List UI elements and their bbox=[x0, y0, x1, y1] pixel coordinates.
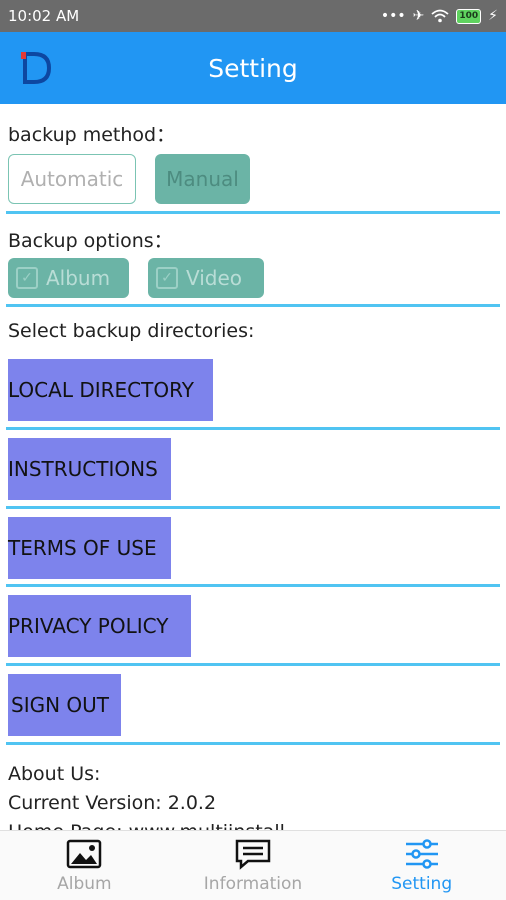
album-checkbox-label: Album bbox=[46, 266, 111, 290]
message-icon bbox=[235, 839, 271, 870]
divider bbox=[6, 211, 500, 214]
privacy-policy-button[interactable]: PRIVACY POLICY bbox=[8, 595, 191, 657]
settings-content: backup method： Automatic Manual Backup o… bbox=[0, 104, 506, 830]
manual-button[interactable]: Manual bbox=[155, 154, 250, 204]
charging-icon: ⚡ bbox=[488, 8, 498, 24]
wifi-icon bbox=[431, 9, 449, 23]
tab-album[interactable]: Album bbox=[0, 831, 169, 900]
divider bbox=[6, 742, 500, 745]
divider bbox=[6, 427, 500, 430]
app-bar: Setting bbox=[0, 32, 506, 104]
sliders-icon bbox=[405, 838, 438, 869]
automatic-button[interactable]: Automatic bbox=[8, 154, 136, 204]
video-checkbox[interactable]: ✓ Video bbox=[148, 258, 264, 298]
tab-setting[interactable]: Setting bbox=[337, 831, 506, 900]
airplane-icon: ✈ bbox=[412, 8, 425, 24]
album-checkbox[interactable]: ✓ Album bbox=[8, 258, 129, 298]
status-bar: 10:02 AM ••• ✈ 100 ⚡ bbox=[0, 0, 506, 32]
page-title: Setting bbox=[208, 53, 298, 83]
about-section: About Us: Current Version: 2.0.2 Home Pa… bbox=[8, 760, 285, 830]
terms-of-use-button[interactable]: TERMS OF USE bbox=[8, 517, 171, 579]
backup-method-label: backup method： bbox=[8, 124, 176, 146]
bottom-nav: Album Information Setting bbox=[0, 830, 506, 900]
backup-directories-label: Select backup directories: bbox=[8, 320, 255, 342]
current-version: Current Version: 2.0.2 bbox=[8, 792, 217, 814]
divider bbox=[6, 584, 500, 587]
video-checkbox-label: Video bbox=[186, 266, 243, 290]
backup-options-label: Backup options： bbox=[8, 230, 173, 252]
checkbox-checked-icon: ✓ bbox=[16, 267, 38, 289]
instructions-button[interactable]: INSTRUCTIONS bbox=[8, 438, 171, 500]
divider bbox=[6, 506, 500, 509]
tab-setting-label: Setting bbox=[391, 873, 453, 894]
battery-icon: 100 bbox=[456, 8, 482, 24]
status-time: 10:02 AM bbox=[8, 7, 80, 25]
home-page-link[interactable]: Home Page: www.multiinstall bbox=[8, 818, 285, 830]
tab-information-label: Information bbox=[203, 873, 303, 894]
app-logo-icon bbox=[21, 52, 52, 84]
local-directory-button[interactable]: LOCAL DIRECTORY bbox=[8, 359, 213, 421]
tab-album-label: Album bbox=[57, 873, 112, 894]
image-icon bbox=[67, 839, 102, 868]
sign-out-button[interactable]: SIGN OUT bbox=[8, 674, 121, 736]
divider bbox=[6, 663, 500, 666]
about-heading: About Us: bbox=[8, 763, 101, 785]
signal-dots-icon: ••• bbox=[380, 8, 406, 24]
tab-information[interactable]: Information bbox=[169, 831, 338, 900]
checkbox-checked-icon: ✓ bbox=[156, 267, 178, 289]
divider bbox=[6, 304, 500, 307]
status-icons: ••• ✈ 100 ⚡ bbox=[381, 8, 498, 24]
